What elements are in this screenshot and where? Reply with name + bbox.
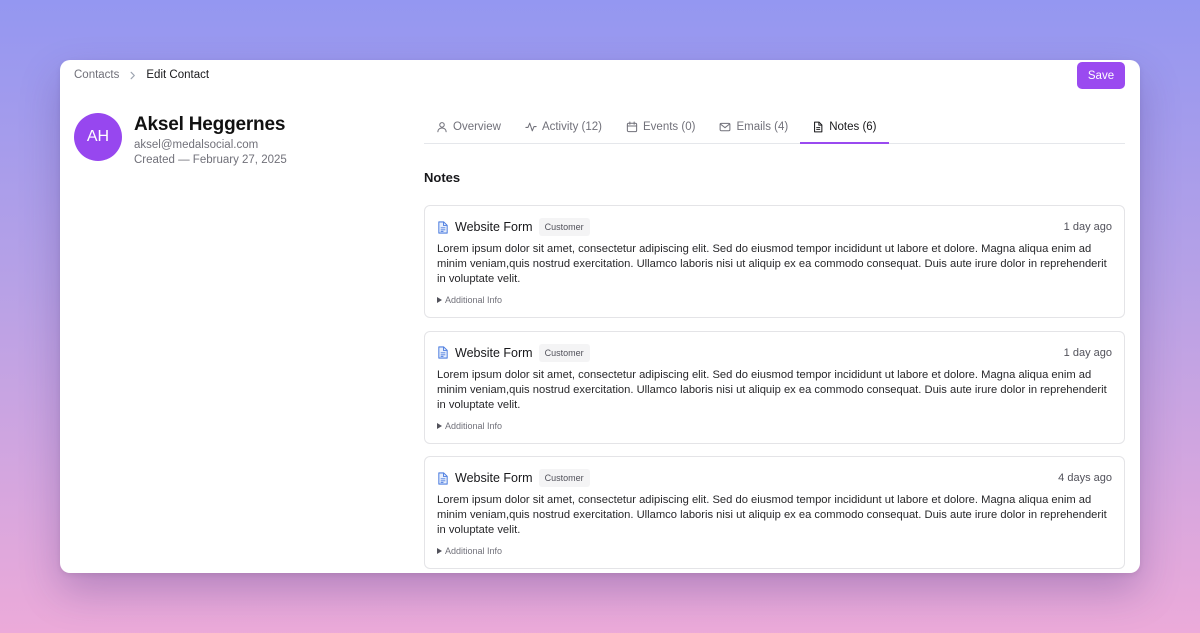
user-icon <box>437 122 447 133</box>
tab-label: Activity (12) <box>541 121 603 133</box>
tab-notes[interactable]: Notes (6) <box>800 115 889 144</box>
tab-label: Notes (6) <box>829 121 877 133</box>
breadcrumb-current: Edit Contact <box>146 69 210 81</box>
note-body: Lorem ipsum dolor sit amet, consectetur … <box>437 494 1107 537</box>
note-card: Website Form Customer 1 day ago Lorem ip… <box>424 205 1125 318</box>
additional-info-label: Additional Info <box>445 420 503 431</box>
note-timestamp: 1 day ago <box>1063 221 1112 233</box>
profile-info: Aksel Heggernes aksel@medalsocial.com Cr… <box>134 114 287 168</box>
contact-email: aksel@medalsocial.com <box>134 139 259 151</box>
caret-right-icon <box>437 548 442 554</box>
file-text-icon <box>814 121 823 133</box>
additional-info-toggle[interactable]: Additional Info <box>437 546 502 556</box>
note-body: Lorem ipsum dolor sit amet, consectetur … <box>437 243 1107 286</box>
document-icon <box>438 346 448 359</box>
additional-info-label: Additional Info <box>445 546 503 556</box>
avatar: AH <box>74 113 122 161</box>
note-timestamp: 1 day ago <box>1063 346 1112 359</box>
notes-list: Website Form Customer 1 day ago Lorem ip… <box>424 205 1125 573</box>
tab-events[interactable]: Events (0) <box>614 115 707 144</box>
document-icon <box>438 471 448 485</box>
note-tag-badge: Customer <box>538 343 590 362</box>
breadcrumb: Contacts Edit Contact <box>74 69 209 81</box>
tab-label: Overview <box>453 121 501 133</box>
note-card: Website Form Customer 1 day ago Lorem ip… <box>424 330 1125 444</box>
caret-right-icon <box>437 297 442 303</box>
caret-right-icon <box>437 422 442 429</box>
note-tag-badge: Customer <box>538 469 590 487</box>
note-title: Website Form <box>455 471 533 485</box>
save-button[interactable]: Save <box>1077 62 1125 89</box>
tab-emails[interactable]: Emails (4) <box>707 115 800 144</box>
note-tag-badge: Customer <box>538 218 590 236</box>
note-timestamp: 4 days ago <box>1058 472 1112 484</box>
note-card: Website Form Customer 4 days ago Lorem i… <box>424 456 1125 569</box>
contact-editor-window: Contacts Edit Contact Save AH Aksel Hegg… <box>60 60 1140 573</box>
notes-section-title: Notes <box>424 170 461 185</box>
mail-icon <box>720 122 731 132</box>
top-bar: Contacts Edit Contact Save <box>60 60 1140 90</box>
note-title: Website Form <box>455 345 533 360</box>
additional-info-label: Additional Info <box>445 295 503 305</box>
note-header: Website Form Customer <box>437 469 590 487</box>
tab-activity[interactable]: Activity (12) <box>513 115 614 144</box>
tab-label: Emails (4) <box>736 121 789 133</box>
contact-profile: AH Aksel Heggernes aksel@medalsocial.com… <box>74 113 287 168</box>
additional-info-toggle[interactable]: Additional Info <box>437 295 502 305</box>
note-header: Website Form Customer <box>437 218 590 236</box>
contact-tabs: Overview Activity (12) Events (0) Emails… <box>424 115 1125 144</box>
contact-created-date: Created — February 27, 2025 <box>134 154 287 166</box>
note-header: Website Form Customer <box>437 343 590 362</box>
calendar-icon <box>626 121 638 133</box>
breadcrumb-contacts-link[interactable]: Contacts <box>74 69 119 81</box>
chevron-right-icon <box>128 71 137 80</box>
additional-info-toggle[interactable]: Additional Info <box>437 421 502 431</box>
activity-icon <box>525 122 537 132</box>
note-title: Website Form <box>455 220 533 234</box>
document-icon <box>438 220 448 234</box>
tab-label: Events (0) <box>643 121 696 133</box>
tab-overview[interactable]: Overview <box>424 115 513 144</box>
contact-name: Aksel Heggernes <box>134 114 286 135</box>
note-body: Lorem ipsum dolor sit amet, consectetur … <box>437 368 1107 411</box>
